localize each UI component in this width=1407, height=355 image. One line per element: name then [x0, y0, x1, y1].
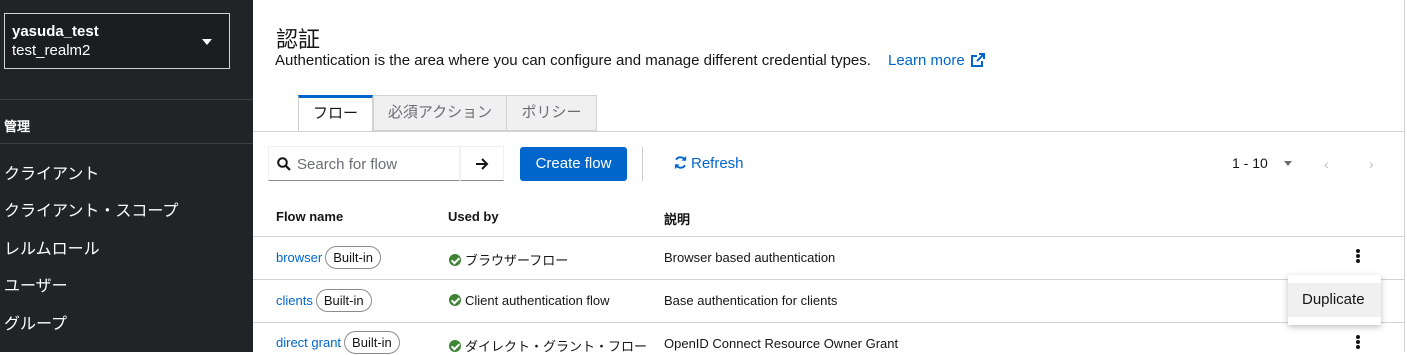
search-input[interactable]: [297, 153, 457, 175]
table-divider: [253, 236, 1405, 237]
learn-more-link[interactable]: Learn more: [888, 52, 985, 69]
column-header-used-by: Used by: [448, 209, 499, 224]
create-flow-button[interactable]: Create flow: [520, 147, 627, 181]
table-row: direct grant Built-in: [276, 331, 400, 354]
used-by-text: Client authentication flow: [465, 293, 610, 308]
arrow-right-icon: [476, 158, 489, 170]
flow-name-link[interactable]: clients: [276, 293, 313, 308]
search-submit-button[interactable]: [460, 146, 504, 181]
learn-more-label: Learn more: [888, 52, 965, 69]
kebab-menu-icon[interactable]: [1353, 248, 1363, 266]
used-by-text: ブラウザーフロー: [465, 253, 569, 268]
tabs-divider: [253, 131, 1405, 132]
refresh-label: Refresh: [691, 155, 744, 172]
table-row: browser Built-in: [276, 246, 381, 269]
pagination-toggle[interactable]: 1 - 10: [1232, 155, 1292, 171]
caret-down-icon: [202, 39, 212, 45]
page-description: Authentication is the area where you can…: [275, 52, 871, 69]
external-link-icon: [970, 53, 985, 67]
next-page-button[interactable]: ›: [1369, 156, 1374, 172]
toolbar-separator: [642, 147, 643, 181]
main-content: 認証 Authentication is the area where you …: [253, 0, 1407, 355]
column-header-flow-name[interactable]: Flow name: [276, 209, 343, 224]
tab-required-actions[interactable]: 必須アクション: [373, 95, 507, 131]
check-circle-icon: [449, 340, 461, 352]
sidebar-item-clients[interactable]: クライアント: [4, 160, 99, 184]
nav-section-title: 管理: [4, 119, 31, 134]
check-circle-icon: [449, 294, 461, 306]
realm-subtitle: test_realm2: [12, 42, 91, 59]
pagination-range: 1 - 10: [1232, 155, 1268, 171]
table-row: clients Built-in: [276, 289, 372, 312]
sidebar-item-groups[interactable]: グループ: [4, 310, 67, 334]
prev-page-button[interactable]: ‹: [1324, 156, 1329, 172]
built-in-badge: Built-in: [344, 331, 400, 354]
sidebar: yasuda_test test_realm2 管理 クライアント クライアント…: [0, 0, 253, 352]
page-title: 認証: [276, 27, 321, 52]
search-icon: [277, 157, 291, 171]
built-in-badge: Built-in: [325, 246, 381, 269]
check-circle-icon: [449, 254, 461, 266]
duplicate-menu-item[interactable]: Duplicate: [1288, 283, 1381, 317]
description-cell: OpenID Connect Resource Owner Grant: [664, 336, 899, 351]
used-by-cell: ブラウザーフロー: [449, 250, 568, 269]
built-in-badge: Built-in: [315, 289, 372, 312]
sidebar-divider: [0, 99, 253, 100]
sidebar-item-client-scopes[interactable]: クライアント・スコープ: [4, 197, 178, 221]
realm-selector[interactable]: yasuda_test test_realm2: [4, 13, 230, 69]
sidebar-divider: [0, 143, 253, 144]
flow-name-link[interactable]: browser: [276, 250, 322, 265]
search-box: [268, 146, 460, 181]
sync-icon: [674, 155, 687, 170]
refresh-button[interactable]: Refresh: [673, 155, 744, 172]
tab-policies[interactable]: ポリシー: [506, 95, 597, 131]
scrollbar[interactable]: [1404, 0, 1405, 352]
description-cell: Browser based authentication: [664, 250, 836, 265]
table-divider: [253, 322, 1405, 323]
caret-down-icon: [1283, 161, 1292, 166]
table-divider: [253, 279, 1405, 280]
column-header-description: 説明: [664, 212, 691, 227]
used-by-cell: ダイレクト・グラント・フロー: [449, 336, 647, 355]
sidebar-item-users[interactable]: ユーザー: [4, 272, 68, 296]
description-cell: Base authentication for clients: [664, 293, 838, 308]
used-by-cell: Client authentication flow: [449, 293, 610, 308]
realm-name: yasuda_test: [12, 23, 99, 40]
row-actions-menu: Duplicate: [1288, 275, 1381, 325]
flow-name-link[interactable]: direct grant: [276, 335, 341, 350]
sidebar-item-realm-roles[interactable]: レルムロール: [4, 235, 100, 259]
tab-flows[interactable]: フロー: [298, 95, 373, 132]
kebab-menu-icon[interactable]: [1353, 334, 1363, 352]
